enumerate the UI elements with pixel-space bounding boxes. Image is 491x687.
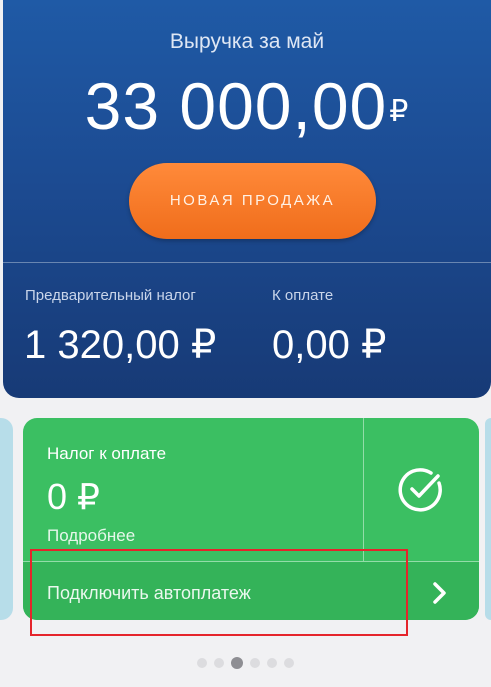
pager-dot-active[interactable] xyxy=(231,657,243,669)
pager-dot[interactable] xyxy=(214,658,224,668)
revenue-title: Выручка за май xyxy=(169,30,325,53)
to-pay-label: К оплате xyxy=(272,287,334,304)
revenue-amount: 33 000,00₽ xyxy=(3,68,491,144)
preliminary-tax-value: 1 320,00 ₽ xyxy=(24,323,217,367)
tax-card-amount: 0 ₽ xyxy=(47,476,100,517)
chevron-right-icon[interactable] xyxy=(431,580,449,606)
revenue-amount-value: 33 000,00 xyxy=(84,69,388,143)
check-circle-icon xyxy=(398,468,442,512)
pager-dot[interactable] xyxy=(250,658,260,668)
to-pay-value: 0,00 ₽ xyxy=(272,323,387,367)
card-pager xyxy=(0,657,491,670)
pager-dot[interactable] xyxy=(284,658,294,668)
pager-dot[interactable] xyxy=(267,658,277,668)
previous-card-peek[interactable] xyxy=(0,418,13,620)
preliminary-tax-label: Предварительный налог xyxy=(25,287,196,304)
new-sale-button[interactable]: НОВАЯ ПРОДАЖА xyxy=(129,163,376,239)
header-divider xyxy=(3,262,491,263)
card-vertical-divider xyxy=(363,418,364,561)
ruble-sign: ₽ xyxy=(389,95,410,128)
next-card-peek[interactable] xyxy=(485,418,491,620)
revenue-header: Выручка за май 33 000,00₽ НОВАЯ ПРОДАЖА … xyxy=(3,0,491,398)
details-link[interactable]: Подробнее xyxy=(47,526,135,546)
pager-dot[interactable] xyxy=(197,658,207,668)
highlight-annotation-box xyxy=(30,549,408,636)
tax-card-title: Налог к оплате xyxy=(47,444,167,463)
